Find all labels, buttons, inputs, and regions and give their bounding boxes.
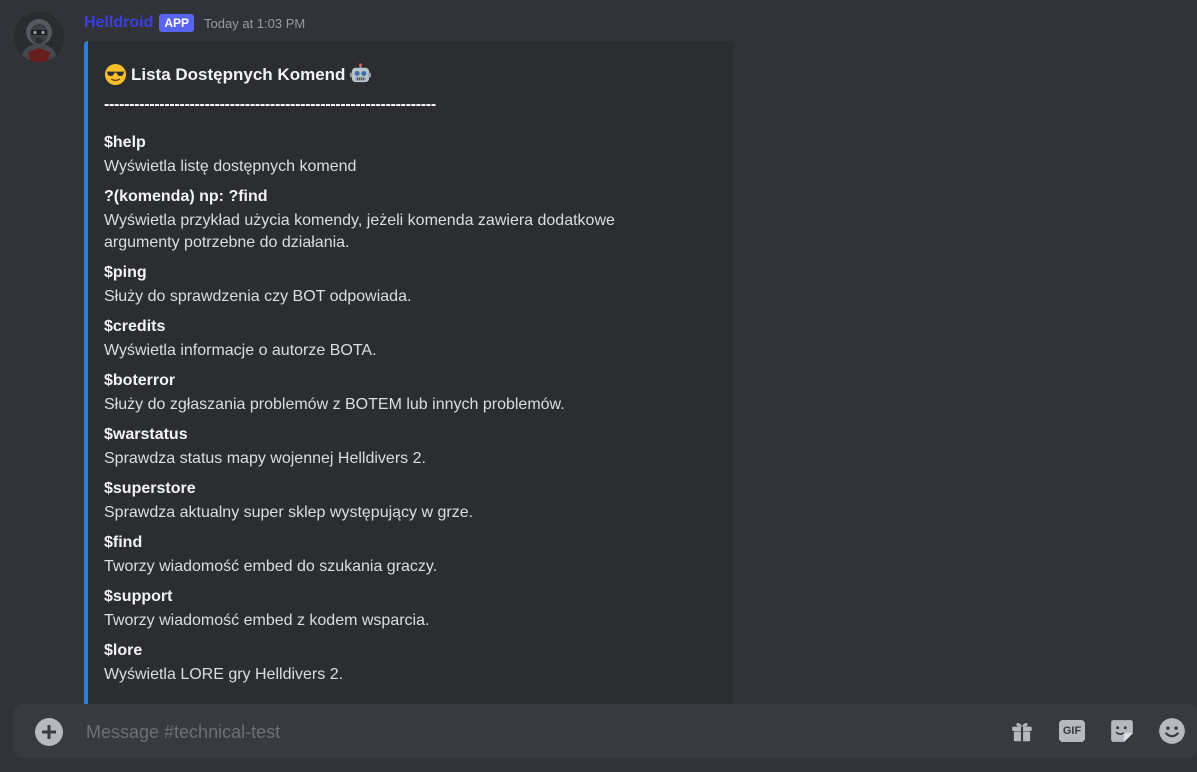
field-value: Tworzy wiadomość embed z kodem wsparcia. [104,612,430,629]
embed-field: ?(komenda) np: ?find Wyświetla przykład … [104,187,664,254]
gif-icon[interactable]: GIF [1058,717,1086,745]
embed-fields: $help Wyświetla listę dostępnych komend … [104,133,664,695]
field-value: Sprawdza aktualny super sklep występując… [104,504,474,521]
field-name: $help [104,134,146,151]
embed-field: $find Tworzy wiadomość embed do szukania… [104,533,664,578]
message-input[interactable] [84,704,988,760]
field-name: $ping [104,264,147,281]
field-name: $support [104,588,173,605]
gift-icon[interactable] [1008,717,1036,745]
field-name: $lore [104,642,143,659]
plus-circle-icon[interactable] [35,718,63,746]
field-name: ?(komenda) np: ?find [104,188,268,205]
message-composer: GIF [14,704,1197,760]
sticker-icon[interactable] [1108,717,1136,745]
field-value: Sprawdza status mapy wojennej Helldivers… [104,450,426,467]
embed-field: $support Tworzy wiadomość embed z kodem … [104,587,664,632]
avatar[interactable] [14,12,64,62]
embed-title-text: Lista Dostępnych Komend [131,64,346,84]
sunglasses-emoji-icon [104,63,127,86]
field-value: Wyświetla listę dostępnych komend [104,158,357,175]
field-name: $boterror [104,372,176,389]
field-name: $warstatus [104,426,188,443]
embed-field: $help Wyświetla listę dostępnych komend [104,133,664,178]
chat-page: Helldroid APP Today at 1:03 PM Lista Dos… [0,0,1197,772]
embed-field: $ping Służy do sprawdzenia czy BOT odpow… [104,263,664,308]
app-badge: APP [159,14,195,32]
robot-emoji-icon [349,63,372,86]
field-value: Wyświetla informacje o autorze BOTA. [104,342,377,359]
gif-label: GIF [1059,720,1085,742]
field-value: Tworzy wiadomość embed do szukania gracz… [104,558,438,575]
embed-field: $warstatus Sprawdza status mapy wojennej… [104,425,664,470]
field-name: $find [104,534,143,551]
embed-separator: ----------------------------------------… [104,96,436,113]
embed-field: $superstore Sprawdza aktualny super skle… [104,479,664,524]
field-value: Wyświetla LORE gry Helldivers 2. [104,666,344,683]
embed: Lista Dostępnych Komend ----------------… [84,41,734,704]
bot-message: Helldroid APP Today at 1:03 PM Lista Dos… [0,0,1197,704]
embed-title: Lista Dostępnych Komend [104,63,372,86]
message-header: Helldroid APP Today at 1:03 PM [84,12,305,34]
embed-field: $boterror Służy do zgłaszania problemów … [104,371,664,416]
field-name: $superstore [104,480,196,497]
field-value: Służy do sprawdzenia czy BOT odpowiada. [104,288,412,305]
field-name: $credits [104,318,166,335]
field-value: Wyświetla przykład użycia komendy, jeżel… [104,212,615,251]
embed-field: $lore Wyświetla LORE gry Helldivers 2. [104,641,664,686]
field-value: Służy do zgłaszania problemów z BOTEM lu… [104,396,565,413]
timestamp[interactable]: Today at 1:03 PM [204,16,305,31]
embed-field: $credits Wyświetla informacje o autorze … [104,317,664,362]
emoji-icon[interactable] [1158,717,1186,745]
username[interactable]: Helldroid [84,14,153,32]
